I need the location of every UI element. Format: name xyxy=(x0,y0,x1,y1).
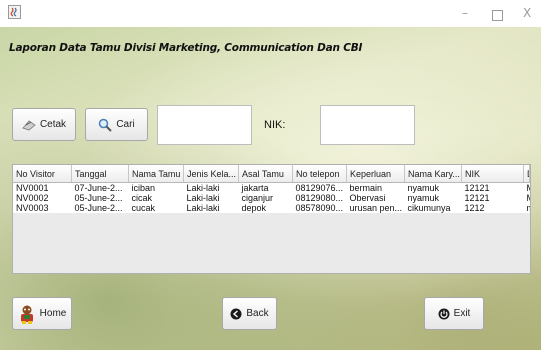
table-cell: Obervasi xyxy=(346,193,405,203)
home-button-label: Home xyxy=(39,308,67,319)
table-row[interactable]: NV0001 07-June-2... iciban Laki-laki jak… xyxy=(13,182,530,193)
table-cell: iciban xyxy=(128,182,184,193)
table-cell: 05-June-2... xyxy=(71,193,129,203)
printer-icon xyxy=(22,119,36,130)
column-header[interactable]: Nama Tamu xyxy=(128,165,184,183)
cetak-button[interactable]: Cetak xyxy=(12,108,76,141)
exit-button[interactable]: Exit xyxy=(424,297,484,330)
table-cell: Marketing xyxy=(523,182,530,193)
table-header-row: No Visitor Tanggal Nama Tamu Jenis Kela.… xyxy=(13,165,530,183)
column-header[interactable]: Asal Tamu xyxy=(238,165,293,183)
nik-label: NIK: xyxy=(264,119,286,131)
table-cell: nyamuk xyxy=(404,193,462,203)
column-header[interactable]: Nama Kary... xyxy=(404,165,462,183)
cari-button-label: Cari xyxy=(116,119,135,130)
home-button[interactable]: Home xyxy=(12,297,72,330)
table-row[interactable]: NV0003 05-June-2... cucak Laki-laki depo… xyxy=(13,203,530,213)
table-cell: 12121 xyxy=(461,182,524,193)
table-cell: depok xyxy=(238,203,293,213)
column-header[interactable]: No telepon xyxy=(292,165,347,183)
table-cell: Laki-laki xyxy=(183,182,239,193)
table-cell: ciganjur xyxy=(238,193,293,203)
power-icon xyxy=(438,308,450,319)
table-cell: cucak xyxy=(128,203,184,213)
table-cell: Laki-laki xyxy=(183,203,239,213)
back-circle-icon xyxy=(230,308,242,319)
table-cell: Laki-laki xyxy=(183,193,239,203)
exit-button-label: Exit xyxy=(453,308,471,319)
table-cell: NV0002 xyxy=(13,193,72,203)
table-cell: cicak xyxy=(128,193,184,203)
column-header[interactable]: Jenis Kela... xyxy=(183,165,239,183)
magnifier-icon xyxy=(99,118,113,132)
title-bar: – X xyxy=(0,0,541,27)
column-header[interactable]: Tanggal xyxy=(71,165,129,183)
column-header[interactable]: No Visitor xyxy=(13,165,72,183)
maximize-button[interactable] xyxy=(492,10,503,21)
column-header[interactable]: Divisi xyxy=(523,165,530,183)
table-cell: bermain xyxy=(346,182,405,193)
app-window: – X Laporan Data Tamu Divisi Marketing, … xyxy=(0,0,541,350)
table-cell: 08578090... xyxy=(292,203,347,213)
table-row[interactable]: NV0002 05-June-2... cicak Laki-laki ciga… xyxy=(13,193,530,203)
visitor-table[interactable]: No Visitor Tanggal Nama Tamu Jenis Kela.… xyxy=(12,164,531,274)
table-cell: marketing xyxy=(523,203,530,213)
table-cell: urusan pen... xyxy=(346,203,405,213)
column-header[interactable]: Keperluan xyxy=(346,165,405,183)
page-title: Laporan Data Tamu Divisi Marketing, Comm… xyxy=(9,42,363,54)
table-cell: nyamuk xyxy=(404,182,462,193)
mascot-icon xyxy=(20,305,33,324)
table-cell: 08129076... xyxy=(292,182,347,193)
table-cell: 05-June-2... xyxy=(71,203,129,213)
cetak-button-label: Cetak xyxy=(39,119,67,130)
table-cell: Marketing xyxy=(523,193,530,203)
table-cell: 12121 xyxy=(461,193,524,203)
nik-input[interactable] xyxy=(320,105,415,145)
table-cell: 08129080... xyxy=(292,193,347,203)
column-header[interactable]: NIK xyxy=(461,165,524,183)
table-cell: NV0001 xyxy=(13,182,72,193)
back-button-label: Back xyxy=(246,308,269,319)
search-input[interactable] xyxy=(157,105,252,145)
table-cell: 1212 xyxy=(461,203,524,213)
back-button[interactable]: Back xyxy=(222,297,277,330)
table-cell: 07-June-2... xyxy=(71,182,129,193)
table-cell: NV0003 xyxy=(13,203,72,213)
table-cell: cikumunya xyxy=(404,203,462,213)
table-cell: jakarta xyxy=(238,182,293,193)
cari-button[interactable]: Cari xyxy=(85,108,148,141)
close-button[interactable]: X xyxy=(523,6,531,20)
app-icon xyxy=(8,5,21,19)
minimize-button[interactable]: – xyxy=(462,6,468,20)
